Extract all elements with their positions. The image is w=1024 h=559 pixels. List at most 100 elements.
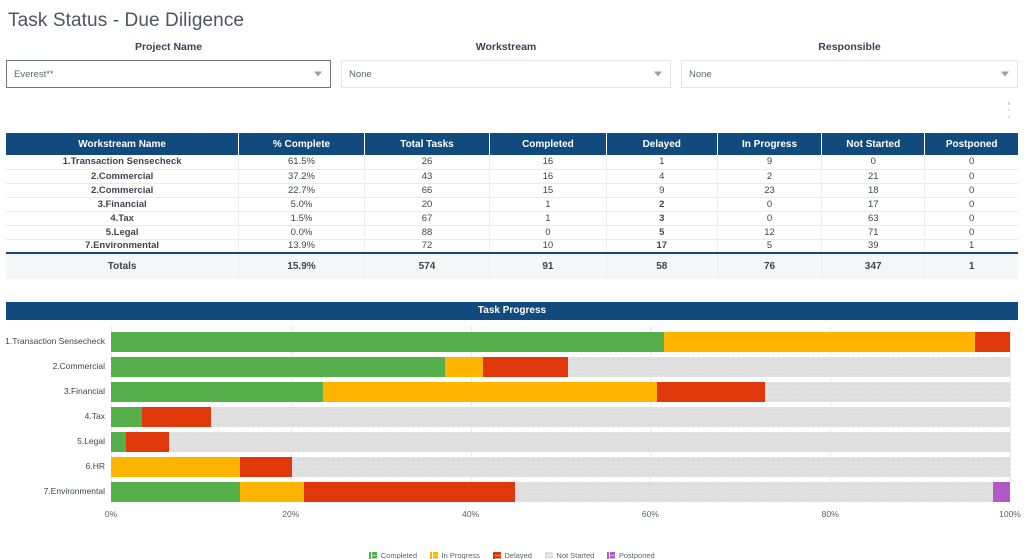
- table-cell-workstream-name: 1.Transaction Sensecheck: [6, 155, 240, 170]
- chart-bar-segment-in-progress[interactable]: [240, 481, 305, 502]
- table-cell-total: 20: [364, 197, 491, 212]
- chart-body: 1.Transaction Sensecheck 2.Commercial 3.Fi…: [5, 326, 1021, 559]
- workstream-dropdown[interactable]: None: [341, 60, 671, 88]
- project-name-dropdown[interactable]: Everest**: [6, 60, 331, 88]
- table-body: 1.Transaction Sensecheck 61.5% 26 16 1 9 0 0 2.C…: [6, 155, 1018, 279]
- table-column-header[interactable]: Total Tasks: [364, 133, 491, 155]
- legend-item[interactable]: Completed: [369, 551, 417, 559]
- table-cell-delayed: 2: [606, 197, 718, 212]
- table-cell-pct: 1.5%: [238, 211, 365, 226]
- workstream-value: None: [349, 68, 372, 80]
- chart-bar-segment-delayed[interactable]: [142, 406, 211, 427]
- chart-bar-row: 1.Transaction Sensecheck: [5, 331, 1010, 352]
- table-cell-pct: 37.2%: [238, 169, 365, 184]
- legend-swatch-icon: [430, 551, 439, 559]
- table-header-row: Workstream Name% Complete Total Tasks Comp…: [6, 133, 1018, 155]
- table-cell-pct: 5.0%: [238, 197, 365, 212]
- chart-x-tick-label: 100%: [999, 509, 1021, 519]
- table-cell-postponed: 0: [924, 225, 1018, 240]
- legend-swatch-icon: [492, 551, 501, 559]
- more-options-icon[interactable]: [1003, 100, 1015, 120]
- chart-bar-segment-in-progress[interactable]: [323, 381, 657, 402]
- chart-bar-row: 5.Legal: [77, 431, 1010, 452]
- chart-bar-segment-delayed[interactable]: [126, 431, 170, 452]
- table-cell-completed: 0: [489, 225, 607, 240]
- table-cell-in-progress: 0: [717, 211, 823, 226]
- legend-item[interactable]: Delayed: [492, 551, 532, 559]
- chart-bar-segment-completed[interactable]: [111, 381, 324, 402]
- table-cell-total: 67: [364, 211, 491, 226]
- table-cell-in-progress: 5: [717, 239, 823, 254]
- chart-category-label: 5.Legal: [77, 435, 105, 446]
- table-cell-completed: 16: [489, 169, 607, 184]
- table-cell-not-started: 0: [821, 155, 926, 170]
- table-column-header[interactable]: Postponed: [924, 133, 1018, 155]
- table-cell-workstream-name: 2.Commercial: [6, 169, 240, 184]
- table-cell-in-progress: 0: [717, 197, 823, 212]
- table-cell-delayed: 9: [606, 183, 718, 198]
- chart-category-label: 3.Financial: [63, 385, 105, 396]
- table-cell-postponed: 0: [924, 155, 1018, 170]
- legend-item[interactable]: Not Started: [544, 551, 595, 559]
- chevron-down-icon: [314, 71, 322, 77]
- chart-bar-segment-delayed[interactable]: [656, 381, 766, 402]
- chart-bar-row: 7.Environmental: [44, 481, 1010, 502]
- chart-bar-segment-in-progress[interactable]: [663, 331, 975, 352]
- chart-bar-segment-completed[interactable]: [111, 406, 143, 427]
- table-row: 5.Legal 0.0% 88 0 5 12 71 0: [6, 225, 1018, 240]
- chart-bar-segment-completed[interactable]: [111, 356, 446, 377]
- responsible-dropdown[interactable]: None: [681, 60, 1018, 88]
- chart-x-axis: 0% 20% 40% 60% 80% 100%: [105, 509, 1021, 523]
- chart-bar-segment-delayed[interactable]: [304, 481, 515, 502]
- table-cell-completed: 1: [489, 211, 607, 226]
- chart-gridline: [1010, 326, 1011, 484]
- chart-bar-segment-completed[interactable]: [111, 431, 127, 452]
- chart-bar-segment-delayed[interactable]: [974, 331, 1010, 352]
- table-cell-delayed: 17: [606, 239, 718, 254]
- legend-label: In Progress: [441, 551, 480, 559]
- chart-bar-segment-delayed[interactable]: [483, 356, 568, 377]
- chart-bar-segment-in-progress[interactable]: [445, 356, 484, 377]
- table-totals-row: Totals 15.9% 574 91 58 76 347 1: [6, 252, 1018, 279]
- table-cell-delayed: 5: [606, 225, 718, 240]
- table-column-header[interactable]: Delayed: [606, 133, 718, 155]
- chart-bar-segment-postponed[interactable]: [992, 481, 1010, 502]
- chart-bar-segment-delayed[interactable]: [239, 456, 292, 477]
- table-cell-pct: 0.0%: [238, 225, 365, 240]
- chart-category-label: 7.Environmental: [43, 485, 105, 496]
- table-cell-total: 72: [364, 239, 491, 254]
- chart-bar-segment-completed[interactable]: [111, 331, 664, 352]
- table-cell-delayed: 4: [606, 169, 718, 184]
- chart-bar-track: [111, 431, 1010, 452]
- legend-item[interactable]: In Progress: [430, 551, 480, 559]
- legend-item[interactable]: Postponed: [607, 551, 655, 559]
- totals-cell-completed: 91: [489, 252, 607, 279]
- chart-x-tick-label: 80%: [821, 509, 839, 519]
- legend-label: Postponed: [618, 551, 655, 559]
- table-cell-not-started: 39: [821, 239, 926, 254]
- chart-bar-segment-in-progress[interactable]: [111, 456, 240, 477]
- table-cell-postponed: 0: [924, 211, 1018, 226]
- table-column-header[interactable]: Completed: [489, 133, 607, 155]
- table-column-header[interactable]: % Complete: [238, 133, 365, 155]
- table-cell-postponed: 0: [924, 197, 1018, 212]
- table-cell-in-progress: 2: [717, 169, 823, 184]
- table-cell-not-started: 18: [821, 183, 926, 198]
- table-cell-pct: 61.5%: [238, 155, 365, 170]
- table-row: 1.Transaction Sensecheck 61.5% 26 16 1 9 0 0: [6, 155, 1018, 170]
- legend-label: Not Started: [556, 551, 595, 559]
- kebab-dot: [1007, 115, 1011, 118]
- table-column-header[interactable]: Workstream Name: [6, 133, 240, 155]
- table-cell-postponed: 0: [924, 183, 1018, 198]
- totals-cell-postponed: 1: [924, 252, 1018, 279]
- filter-label-responsible: Responsible: [818, 41, 881, 53]
- table-column-header[interactable]: In Progress: [717, 133, 823, 155]
- dashboard-page: Task Status - Due Diligence Project Name…: [0, 0, 1024, 559]
- table-row: 3.Financial 5.0% 20 1 2 0 17 0: [6, 197, 1018, 212]
- table-column-header[interactable]: Not Started: [821, 133, 926, 155]
- table-row: 7.Environmental 13.9% 72 10 17 5 39 1: [6, 239, 1018, 254]
- table-cell-workstream-name: 4.Tax: [6, 211, 240, 226]
- legend-label: Delayed: [504, 551, 532, 559]
- table-cell-completed: 16: [489, 155, 607, 170]
- chart-bar-segment-completed[interactable]: [111, 481, 241, 502]
